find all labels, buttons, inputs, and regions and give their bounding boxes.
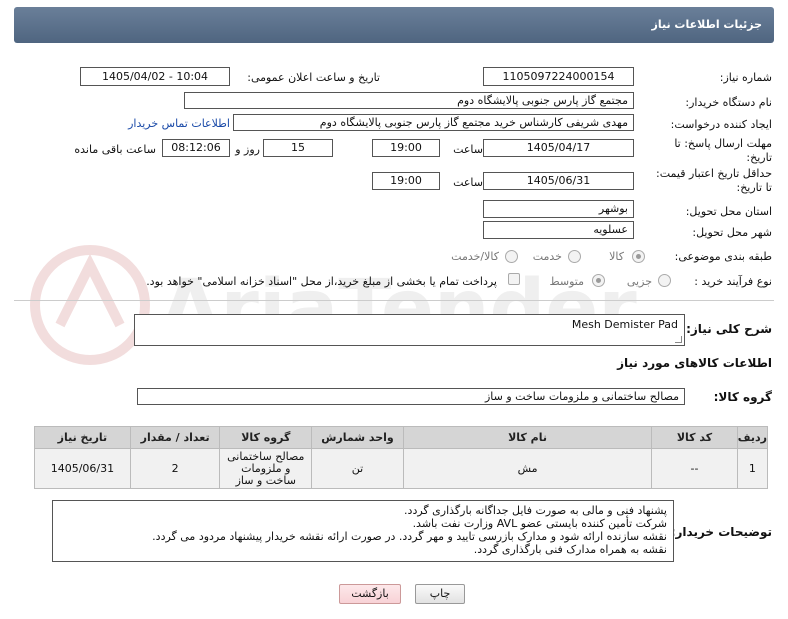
- process-radio-minor[interactable]: [658, 274, 671, 287]
- col-name: نام کالا: [402, 426, 653, 449]
- cell-row: 1: [736, 448, 769, 489]
- cell-name: مش: [402, 448, 653, 489]
- deadline-label: مهلت ارسال پاسخ: تا: [674, 137, 772, 150]
- category-radio-goods[interactable]: [632, 250, 645, 263]
- deadline-label-date: تاریخ:: [746, 151, 772, 164]
- items-table: ردیف کد کالا نام کالا واحد شمارش گروه کا…: [34, 426, 769, 489]
- table-header-row: ردیف کد کالا نام کالا واحد شمارش گروه کا…: [34, 426, 769, 449]
- days-label: روز و: [235, 143, 260, 156]
- validity-label-date: تا تاریخ:: [736, 181, 772, 194]
- process-radio-medium[interactable]: [592, 274, 605, 287]
- remaining-time-field[interactable]: 08:12:06: [162, 139, 230, 157]
- category-label: طبقه بندی موضوعی:: [674, 250, 772, 263]
- deadline-time-label: ساعت: [453, 143, 483, 156]
- table-row[interactable]: 1 -- مش تن مصالح ساختمانی و ملزومات ساخت…: [34, 448, 769, 489]
- cell-date: 1405/06/31: [34, 448, 131, 489]
- cell-unit: تن: [311, 448, 404, 489]
- back-button[interactable]: بازگشت: [339, 584, 401, 604]
- category-option-goods-service: کالا/خدمت: [451, 250, 499, 263]
- col-quantity: تعداد / مقدار: [129, 426, 221, 449]
- need-number-label: شماره نیاز:: [719, 71, 772, 84]
- city-field[interactable]: عسلویه: [483, 221, 634, 239]
- col-row: ردیف: [736, 426, 769, 449]
- buyer-notes-field[interactable]: پشنهاد فنی و مالی به صورت فایل جداگانه ب…: [52, 500, 674, 562]
- category-radio-service[interactable]: [568, 250, 581, 263]
- page-title: جزئیات اطلاعات نیاز: [651, 18, 763, 31]
- province-field[interactable]: بوشهر: [483, 200, 634, 218]
- description-field[interactable]: Mesh Demister Pad: [134, 314, 685, 346]
- cell-quantity: 2: [129, 448, 221, 489]
- contact-info-link[interactable]: اطلاعات تماس خریدار: [128, 117, 230, 130]
- category-option-goods: کالا: [609, 250, 624, 263]
- description-label: شرح کلی نیاز:: [686, 322, 772, 336]
- resize-handle[interactable]: [675, 336, 682, 343]
- col-group: گروه کالا: [219, 426, 313, 449]
- cell-group: مصالح ساختمانی و ملزومات ساخت و ساز: [219, 448, 313, 489]
- process-option-medium: متوسط: [549, 275, 584, 288]
- col-date: تاریخ نیاز: [34, 426, 131, 449]
- payment-note: پرداخت تمام یا بخشی از مبلغ خرید،از محل …: [146, 275, 497, 288]
- deadline-date-field[interactable]: 1405/04/17: [483, 139, 634, 157]
- remaining-label: ساعت باقی مانده: [74, 143, 156, 156]
- validity-label: حداقل تاریخ اعتبار قیمت:: [656, 167, 772, 180]
- process-option-minor: جزیی: [626, 275, 652, 288]
- page-header: جزئیات اطلاعات نیاز: [14, 7, 774, 43]
- buyer-note-line: نقشه به همراه مدارک فنی بارگذاری گردد.: [473, 543, 667, 556]
- goods-info-title: اطلاعات کالاهای مورد نیاز: [617, 356, 772, 370]
- print-button[interactable]: چاپ: [415, 584, 465, 604]
- buyer-note-line: پشنهاد فنی و مالی به صورت فایل جداگانه ب…: [404, 504, 667, 517]
- validity-time-field[interactable]: 19:00: [372, 172, 440, 190]
- cell-code: --: [651, 448, 738, 489]
- province-label: استان محل تحویل:: [685, 205, 772, 218]
- col-unit: واحد شمارش: [311, 426, 404, 449]
- days-field[interactable]: 15: [263, 139, 333, 157]
- buyer-note-line: نقشه سازنده ارائه شود و مدارک بازرسی تای…: [152, 530, 667, 543]
- city-label: شهر محل تحویل:: [692, 226, 772, 239]
- announce-label: تاریخ و ساعت اعلان عمومی:: [247, 71, 380, 84]
- creator-label: ایجاد کننده درخواست:: [670, 118, 772, 131]
- category-radio-goods-service[interactable]: [505, 250, 518, 263]
- section-divider: [14, 300, 774, 301]
- goods-group-label: گروه کالا:: [713, 390, 772, 404]
- treasury-payment-checkbox[interactable]: [508, 273, 520, 285]
- col-code: کد کالا: [651, 426, 738, 449]
- buyer-note-line: شرکت تأمین کننده بایستی عضو AVL وزارت نف…: [412, 517, 667, 530]
- deadline-time-field[interactable]: 19:00: [372, 139, 440, 157]
- announce-field[interactable]: 1405/04/02 - 10:04: [80, 67, 230, 86]
- need-number-field[interactable]: 1105097224000154: [483, 67, 634, 86]
- watermark-logo: AriaTender.net: [30, 245, 640, 365]
- buyer-org-label: نام دستگاه خریدار:: [685, 96, 772, 109]
- creator-field[interactable]: مهدی شریفی کارشناس خرید مجتمع گاز پارس ج…: [233, 114, 634, 131]
- buyer-notes-label: توضیحات خریدار:: [670, 525, 772, 539]
- validity-time-label: ساعت: [453, 176, 483, 189]
- goods-group-field[interactable]: مصالح ساختمانی و ملزومات ساخت و ساز: [137, 388, 685, 405]
- process-label: نوع فرآیند خرید :: [694, 275, 772, 288]
- validity-date-field[interactable]: 1405/06/31: [483, 172, 634, 190]
- description-text: Mesh Demister Pad: [571, 318, 678, 331]
- category-option-service: خدمت: [532, 250, 562, 263]
- buyer-org-field[interactable]: مجتمع گاز پارس جنوبی پالایشگاه دوم: [184, 92, 634, 109]
